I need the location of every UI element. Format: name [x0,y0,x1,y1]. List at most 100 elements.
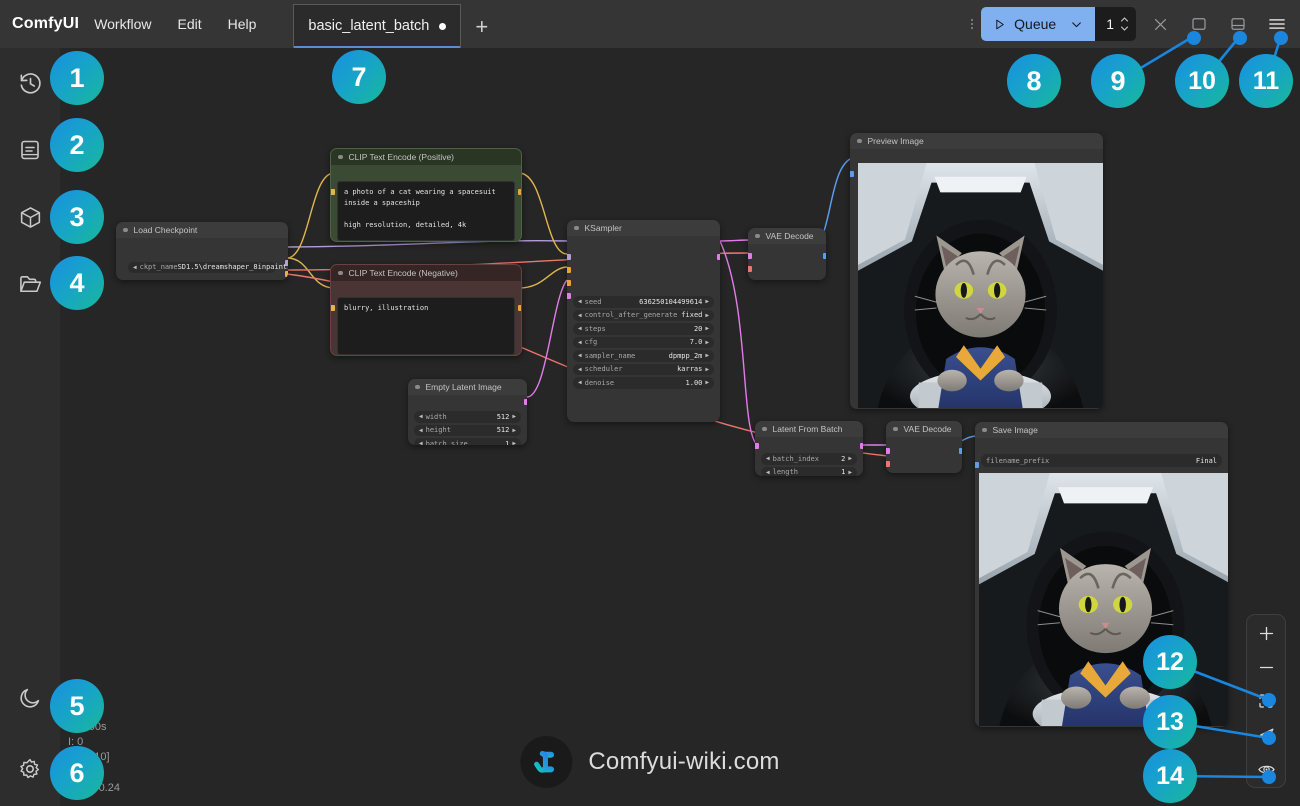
port-conditioning-out[interactable] [518,189,521,195]
port-latent-in[interactable] [567,293,571,299]
widget-prev-arrow[interactable]: ◀ [578,379,582,386]
toolbar-drag-handle[interactable] [969,19,975,29]
port-images-in[interactable] [975,462,979,468]
port-image-out[interactable] [823,253,826,259]
stepper-down-icon[interactable] [1120,25,1129,32]
node-title-bar[interactable]: Load Checkpoint [116,222,288,238]
node-title-bar[interactable]: Preview Image [850,133,1103,149]
sidebar-item-node-library[interactable] [9,129,51,171]
chevron-down-icon[interactable] [1070,18,1083,31]
widget-next-arrow[interactable]: ▶ [512,427,516,434]
widget-prev-arrow[interactable]: ◀ [578,366,582,373]
widget-prev-arrow[interactable]: ◀ [419,427,423,434]
widget-next-arrow[interactable]: ▶ [705,298,709,305]
node-vae-decode-save[interactable]: VAE Decode [886,421,962,473]
close-button[interactable] [1145,9,1175,39]
port-latent-out[interactable] [860,443,863,449]
widget-next-arrow[interactable]: ▶ [705,339,709,346]
node-empty-latent-image[interactable]: Empty Latent Image ◀ width 512 ▶ ◀ heigh… [408,379,527,445]
sidebar-item-model-library[interactable] [9,196,51,238]
widget-prev-arrow[interactable]: ◀ [578,339,582,346]
widget-batch-size[interactable]: ◀ batch_size 1 ▶ [414,438,521,445]
main-menu-button[interactable] [1262,9,1292,39]
node-collapse-dot[interactable] [123,227,128,233]
node-latent-from-batch[interactable]: Latent From Batch ◀ batch_index 2 ▶ ◀ le… [755,421,863,476]
widget-prev-arrow[interactable]: ◀ [578,298,582,305]
node-ksampler[interactable]: KSampler ◀ seed 636250104499614 ▶ ◀ cont… [567,220,720,422]
node-collapse-dot[interactable] [857,138,862,144]
widget-next-arrow[interactable]: ▶ [848,455,852,462]
port-clip-in[interactable] [331,189,335,195]
port-vae-in[interactable] [748,266,752,272]
zoom-in-button[interactable] [1252,622,1280,644]
workflow-canvas[interactable]: Load Checkpoint ◀ ckpt_name SD1.5\dreams… [60,48,1300,806]
widget-prev-arrow[interactable]: ◀ [766,469,770,476]
node-collapse-dot[interactable] [982,427,987,433]
widget-prev-arrow[interactable]: ◀ [133,264,137,271]
port-images-in[interactable] [850,171,854,177]
port-latent-out[interactable] [717,254,720,260]
widget-length[interactable]: ◀ length 1 ▶ [761,466,857,476]
node-clip-text-encode-positive[interactable]: CLIP Text Encode (Positive) a photo of a… [330,148,522,242]
zoom-out-button[interactable] [1252,656,1280,678]
widget-denoise[interactable]: ◀ denoise 1.00 ▶ [573,377,714,389]
node-title-bar[interactable]: CLIP Text Encode (Positive) [331,149,521,165]
widget-control-after-generate[interactable]: ◀ control_after_generate fixed ▶ [573,309,714,321]
sidebar-item-queue-history[interactable] [9,62,51,104]
port-negative-in[interactable] [567,280,571,286]
widget-prev-arrow[interactable]: ◀ [578,312,582,319]
widget-width[interactable]: ◀ width 512 ▶ [414,411,521,423]
widget-sampler-name[interactable]: ◀ sampler_name dpmpp_2m ▶ [573,350,714,362]
port-samples-in[interactable] [748,253,752,259]
port-conditioning-out[interactable] [518,305,521,311]
widget-ckpt-name[interactable]: ◀ ckpt_name SD1.5\dreamshaper_8inpaintin… [128,261,288,273]
widget-next-arrow[interactable]: ▶ [705,379,709,386]
widget-scheduler[interactable]: ◀ scheduler karras ▶ [573,363,714,375]
widget-steps[interactable]: ◀ steps 20 ▶ [573,323,714,335]
widget-next-arrow[interactable]: ▶ [512,440,516,445]
port-image-out[interactable] [959,448,962,454]
sidebar-item-theme-toggle[interactable] [9,677,51,719]
node-collapse-dot[interactable] [893,426,898,432]
node-load-checkpoint[interactable]: Load Checkpoint ◀ ckpt_name SD1.5\dreams… [116,222,288,280]
node-collapse-dot[interactable] [574,225,579,231]
port-samples-in[interactable] [886,448,890,454]
new-tab-button[interactable]: + [475,16,488,38]
widget-next-arrow[interactable]: ▶ [848,469,852,476]
sidebar-item-settings[interactable] [9,748,51,790]
node-collapse-dot[interactable] [338,270,343,276]
queue-prompt-button[interactable]: Queue [981,7,1096,41]
node-title-bar[interactable]: Latent From Batch [755,421,863,437]
widget-next-arrow[interactable]: ▶ [705,352,709,359]
widget-cfg[interactable]: ◀ cfg 7.0 ▶ [573,336,714,348]
tab-basic-latent-batch[interactable]: basic_latent_batch [293,4,462,48]
widget-prev-arrow[interactable]: ◀ [419,413,423,420]
queue-count-stepper[interactable] [1120,16,1129,32]
widget-next-arrow[interactable]: ▶ [512,413,516,420]
node-vae-decode-preview[interactable]: VAE Decode [748,228,826,280]
node-title-bar[interactable]: VAE Decode [748,228,826,244]
toggle-right-panel-button[interactable] [1184,9,1214,39]
port-clip-out[interactable] [285,271,288,277]
widget-prev-arrow[interactable]: ◀ [578,352,582,359]
node-collapse-dot[interactable] [338,154,343,160]
widget-seed[interactable]: ◀ seed 636250104499614 ▶ [573,296,714,308]
node-collapse-dot[interactable] [755,233,760,239]
widget-batch-index[interactable]: ◀ batch_index 2 ▶ [761,453,857,465]
port-samples-in[interactable] [755,443,759,449]
select-mode-button[interactable] [1252,724,1280,746]
widget-prev-arrow[interactable]: ◀ [766,455,770,462]
textarea-positive-prompt[interactable]: a photo of a cat wearing a spacesuit ins… [337,181,515,241]
widget-height[interactable]: ◀ height 512 ▶ [414,424,521,436]
node-title-bar[interactable]: VAE Decode [886,421,962,437]
port-latent-out[interactable] [524,399,527,405]
node-collapse-dot[interactable] [762,426,767,432]
widget-next-arrow[interactable]: ▶ [705,325,709,332]
sidebar-item-workflows[interactable] [9,263,51,305]
node-collapse-dot[interactable] [415,384,420,390]
widget-prev-arrow[interactable]: ◀ [419,440,423,445]
node-title-bar[interactable]: Save Image [975,422,1228,438]
stepper-up-icon[interactable] [1120,16,1129,23]
widget-filename-prefix[interactable]: filename_prefix Final [981,454,1222,467]
node-clip-text-encode-negative[interactable]: CLIP Text Encode (Negative) blurry, illu… [330,264,522,356]
